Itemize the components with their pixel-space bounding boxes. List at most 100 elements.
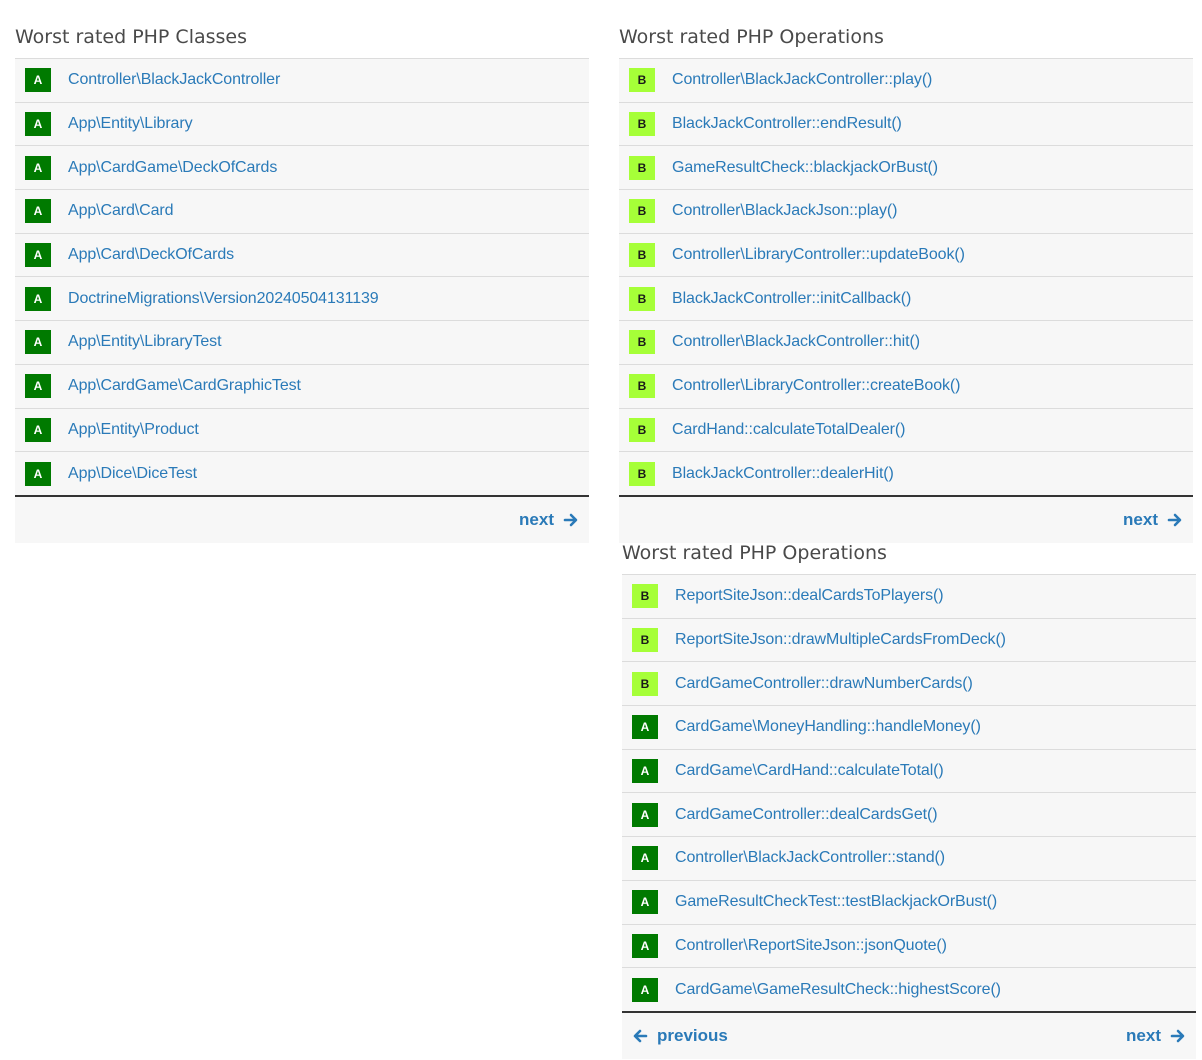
item-link[interactable]: CardGameController::dealCardsGet(): [675, 806, 938, 824]
list-item: B ReportSiteJson::dealCardsToPlayers(): [622, 574, 1196, 618]
grade-badge: A: [25, 155, 51, 180]
item-link[interactable]: CardHand::calculateTotalDealer(): [672, 421, 905, 439]
grade-badge: A: [25, 461, 51, 486]
grade-badge: A: [25, 243, 51, 268]
next-label: next: [1126, 1025, 1161, 1045]
list-item: B CardGameController::drawNumberCards(): [622, 661, 1196, 706]
item-link[interactable]: CardGame\GameResultCheck::highestScore(): [675, 981, 1001, 999]
arrow-right-icon: [563, 513, 578, 527]
next-label: next: [519, 509, 554, 529]
list-item: B BlackJackController::initCallback(): [619, 276, 1193, 321]
grade-badge: B: [629, 68, 655, 93]
item-link[interactable]: Controller\LibraryController::createBook…: [672, 377, 960, 395]
next-label: next: [1123, 509, 1158, 529]
grade-badge: B: [629, 243, 655, 268]
list-item: B Controller\BlackJackController::hit(): [619, 320, 1193, 364]
item-link[interactable]: App\Card\Card: [68, 202, 174, 220]
panel-title: Worst rated PHP Classes: [15, 26, 248, 48]
item-link[interactable]: BlackJackController::dealerHit(): [672, 465, 894, 483]
grade-badge: B: [632, 584, 658, 609]
arrow-right-icon: [1170, 1029, 1185, 1043]
list-item: A App\Entity\Product: [15, 407, 589, 452]
list-item: B Controller\BlackJackController::play(): [619, 58, 1193, 102]
list-item: A GameResultCheckTest::testBlackjackOrBus…: [622, 879, 1196, 924]
item-link[interactable]: ReportSiteJson::dealCardsToPlayers(): [675, 587, 944, 605]
list-item: B BlackJackController::endResult(): [619, 101, 1193, 146]
grade-badge: B: [629, 112, 655, 137]
operations-list: B Controller\BlackJackController::play() B…: [619, 58, 1193, 497]
item-link[interactable]: DoctrineMigrations\Version20240504131139: [68, 290, 379, 308]
list-item: A App\CardGame\CardGraphicTest: [15, 363, 589, 408]
item-link[interactable]: Controller\BlackJackController::stand(): [675, 849, 945, 867]
item-link[interactable]: App\Entity\Product: [68, 421, 199, 439]
grade-badge: A: [25, 417, 51, 442]
list-item: A App\CardGame\DeckOfCards: [15, 145, 589, 190]
worst-operations-panel: Worst rated PHP Operations B Controller\B…: [619, 24, 1193, 543]
grade-badge: A: [25, 112, 51, 137]
grade-badge: A: [632, 759, 658, 784]
grade-badge: A: [25, 286, 51, 311]
grade-badge: A: [632, 933, 658, 958]
grade-badge: B: [629, 199, 655, 224]
item-link[interactable]: App\Entity\Library: [68, 115, 193, 133]
next-link[interactable]: next: [1123, 510, 1183, 530]
list-item: B BlackJackController::dealerHit(): [619, 451, 1193, 495]
grade-badge: A: [25, 330, 51, 355]
next-link[interactable]: next: [1126, 1026, 1186, 1046]
panel-title: Worst rated PHP Operations: [622, 542, 887, 564]
item-link[interactable]: ReportSiteJson::drawMultipleCardsFromDec…: [675, 631, 1006, 649]
grade-badge: A: [632, 977, 658, 1002]
list-item: B Controller\LibraryController::createBoo…: [619, 363, 1193, 408]
list-item: A App\Card\DeckOfCards: [15, 232, 589, 277]
grade-badge: A: [25, 199, 51, 224]
list-item: A Controller\BlackJackController::stand(): [622, 836, 1196, 880]
list-item: A CardGame\CardHand::calculateTotal(): [622, 748, 1196, 793]
grade-badge: B: [632, 628, 658, 653]
grade-badge: A: [25, 374, 51, 399]
item-link[interactable]: Controller\BlackJackController::play(): [672, 71, 932, 89]
list-item: B ReportSiteJson::drawMultipleCardsFromDe…: [622, 617, 1196, 662]
operations-list: B ReportSiteJson::dealCardsToPlayers() B Re…: [622, 574, 1196, 1013]
item-link[interactable]: GameResultCheck::blackjackOrBust(): [672, 159, 938, 177]
item-link[interactable]: Controller\ReportSiteJson::jsonQuote(): [675, 937, 947, 955]
item-link[interactable]: App\CardGame\DeckOfCards: [68, 159, 277, 177]
item-link[interactable]: BlackJackController::endResult(): [672, 115, 902, 133]
previous-label: previous: [657, 1025, 728, 1045]
grade-badge: A: [632, 802, 658, 827]
grade-badge: A: [632, 890, 658, 915]
item-link[interactable]: BlackJackController::initCallback(): [672, 290, 911, 308]
list-item: A CardGameController::dealCardsGet(): [622, 792, 1196, 837]
grade-badge: A: [25, 68, 51, 93]
item-link[interactable]: App\CardGame\CardGraphicTest: [68, 377, 301, 395]
worst-operations-panel-page-2: Worst rated PHP Operations B ReportSiteJs…: [622, 540, 1196, 1059]
grade-badge: B: [629, 461, 655, 486]
previous-link[interactable]: previous: [632, 1026, 728, 1046]
list-item: A App\Entity\Library: [15, 101, 589, 146]
list-item: B Controller\LibraryController::updateBoo…: [619, 232, 1193, 277]
grade-badge: B: [632, 671, 658, 696]
grade-badge: B: [629, 330, 655, 355]
grade-badge: B: [629, 155, 655, 180]
list-item: A CardGame\MoneyHandling::handleMoney(): [622, 705, 1196, 749]
grade-badge: A: [632, 715, 658, 740]
grade-badge: B: [629, 374, 655, 399]
item-link[interactable]: Controller\BlackJackController: [68, 71, 280, 89]
list-item: A DoctrineMigrations\Version2024050413113…: [15, 276, 589, 321]
grade-badge: B: [629, 417, 655, 442]
item-link[interactable]: Controller\LibraryController::updateBook…: [672, 246, 965, 264]
item-link[interactable]: App\Entity\LibraryTest: [68, 333, 222, 351]
item-link[interactable]: Controller\BlackJackJson::play(): [672, 202, 897, 220]
item-link[interactable]: App\Dice\DiceTest: [68, 465, 197, 483]
next-link[interactable]: next: [519, 510, 579, 530]
item-link[interactable]: CardGame\CardHand::calculateTotal(): [675, 762, 944, 780]
item-link[interactable]: GameResultCheckTest::testBlackjackOrBust…: [675, 893, 997, 911]
panel-title: Worst rated PHP Operations: [619, 26, 884, 48]
item-link[interactable]: CardGameController::drawNumberCards(): [675, 675, 973, 693]
classes-list: A Controller\BlackJackController A App\Enti…: [15, 58, 589, 497]
item-link[interactable]: Controller\BlackJackController::hit(): [672, 333, 920, 351]
list-item: B CardHand::calculateTotalDealer(): [619, 407, 1193, 452]
operations-pager: next: [619, 496, 1193, 543]
arrow-right-icon: [1167, 513, 1182, 527]
item-link[interactable]: App\Card\DeckOfCards: [68, 246, 234, 264]
item-link[interactable]: CardGame\MoneyHandling::handleMoney(): [675, 718, 981, 736]
